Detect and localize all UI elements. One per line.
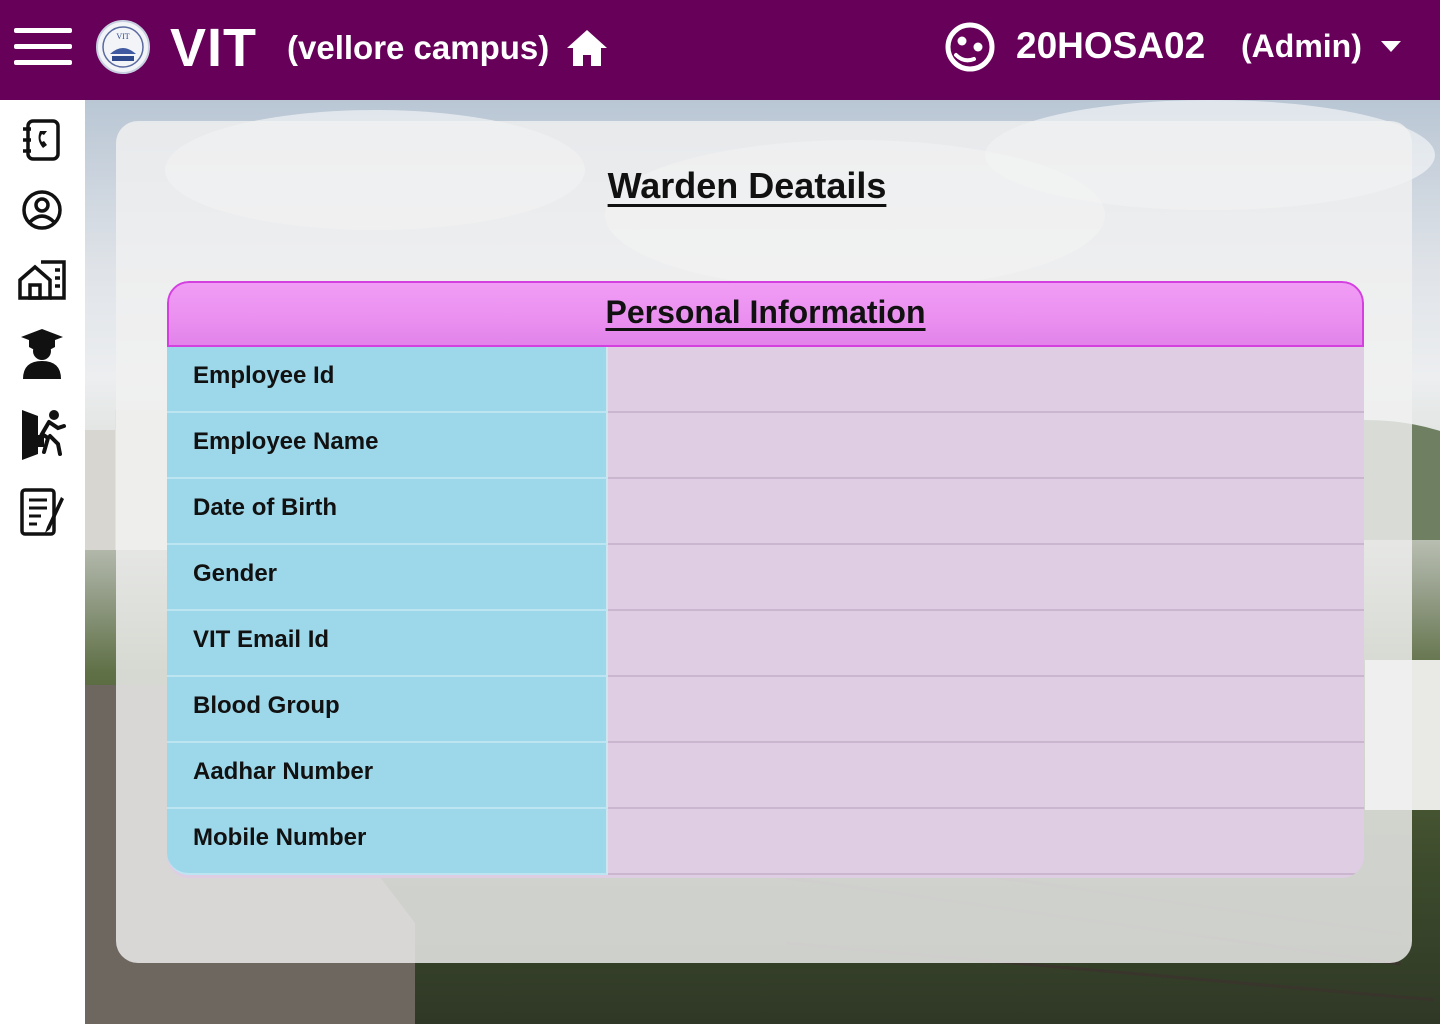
field-label: Employee Id <box>167 347 608 413</box>
table-row: Gender <box>167 545 1364 611</box>
field-label: Blood Group <box>167 677 608 743</box>
table-row: Employee Id <box>167 347 1364 413</box>
field-value-aadhar <box>608 743 1364 809</box>
sidebar <box>0 100 85 1024</box>
contacts-book-icon[interactable] <box>14 112 70 168</box>
table-row: Aadhar Number <box>167 743 1364 809</box>
field-value-blood-group <box>608 677 1364 743</box>
page-title: Warden Deatails <box>607 165 887 206</box>
field-value-employee-name <box>608 413 1364 479</box>
menu-hamburger-icon[interactable] <box>14 28 72 66</box>
notes-edit-icon[interactable] <box>14 484 70 540</box>
user-id: 20HOSA02 <box>1016 25 1206 66</box>
field-value-gender <box>608 545 1364 611</box>
field-label: VIT Email Id <box>167 611 608 677</box>
table-row: Mobile Number <box>167 809 1364 875</box>
svg-text:VIT: VIT <box>116 32 129 41</box>
section-title: Personal Information <box>605 294 926 330</box>
personal-info-table: Personal Information Employee Id Employe… <box>167 281 1364 878</box>
field-value-mobile <box>608 809 1364 875</box>
field-value-email <box>608 611 1364 677</box>
student-icon[interactable] <box>14 326 70 382</box>
table-row: Employee Name <box>167 413 1364 479</box>
home-icon[interactable] <box>565 28 609 68</box>
user-avatar-icon[interactable] <box>944 21 996 73</box>
field-label: Mobile Number <box>167 809 608 875</box>
top-navbar: VIT VIT (vellore campus) 20HOSA02 (Admin… <box>0 0 1440 100</box>
section-header: Personal Information <box>167 281 1364 347</box>
table-row: Blood Group <box>167 677 1364 743</box>
info-rows: Employee Id Employee Name Date of Birth … <box>167 347 1364 875</box>
hostel-building-icon[interactable] <box>14 252 70 308</box>
campus-label: (vellore campus) <box>287 29 550 66</box>
profile-icon[interactable] <box>14 182 70 238</box>
chevron-down-icon[interactable] <box>1380 40 1402 54</box>
leave-exit-icon[interactable] <box>14 406 70 462</box>
warden-details-card: Warden Deatails Personal Information Emp… <box>116 121 1412 963</box>
brand-title: VIT <box>170 18 258 78</box>
field-value-employee-id <box>608 347 1364 413</box>
vit-logo: VIT <box>96 20 150 74</box>
table-row: VIT Email Id <box>167 611 1364 677</box>
field-label: Date of Birth <box>167 479 608 545</box>
field-value-dob <box>608 479 1364 545</box>
table-row: Date of Birth <box>167 479 1364 545</box>
field-label: Employee Name <box>167 413 608 479</box>
user-role-dropdown[interactable]: (Admin) <box>1241 26 1362 66</box>
field-label: Aadhar Number <box>167 743 608 809</box>
field-label: Gender <box>167 545 608 611</box>
